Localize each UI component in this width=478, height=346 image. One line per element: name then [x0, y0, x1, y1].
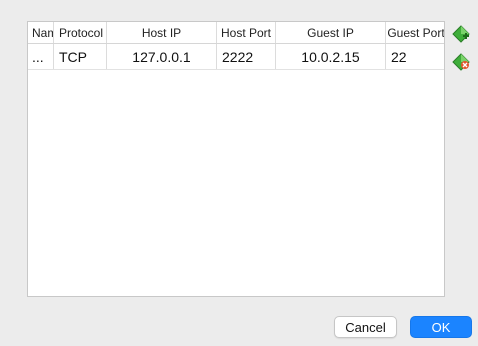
- cell-host-ip[interactable]: 127.0.0.1: [107, 44, 217, 69]
- cell-name[interactable]: ...: [28, 44, 54, 69]
- column-header-guest-port[interactable]: Guest Port: [386, 22, 444, 43]
- column-header-name[interactable]: Name: [28, 22, 54, 43]
- cell-host-port[interactable]: 2222: [217, 44, 276, 69]
- column-header-guest-ip[interactable]: Guest IP: [276, 22, 386, 43]
- table-row[interactable]: ... TCP 127.0.0.1 2222 10.0.2.15 22: [28, 44, 444, 70]
- column-header-host-ip[interactable]: Host IP: [107, 22, 217, 43]
- table-header: Name Protocol Host IP Host Port Guest IP…: [28, 22, 444, 44]
- cell-guest-port[interactable]: 22: [386, 44, 444, 69]
- cell-protocol[interactable]: TCP: [54, 44, 107, 69]
- add-rule-button[interactable]: [451, 24, 471, 44]
- cell-guest-ip[interactable]: 10.0.2.15: [276, 44, 386, 69]
- add-rule-icon: [452, 25, 470, 43]
- port-forwarding-table[interactable]: Name Protocol Host IP Host Port Guest IP…: [27, 21, 445, 297]
- remove-rule-icon: [452, 53, 470, 71]
- cancel-button[interactable]: Cancel: [334, 316, 397, 338]
- column-header-host-port[interactable]: Host Port: [217, 22, 276, 43]
- remove-rule-button[interactable]: [451, 52, 471, 72]
- ok-button[interactable]: OK: [410, 316, 472, 338]
- column-header-protocol[interactable]: Protocol: [54, 22, 107, 43]
